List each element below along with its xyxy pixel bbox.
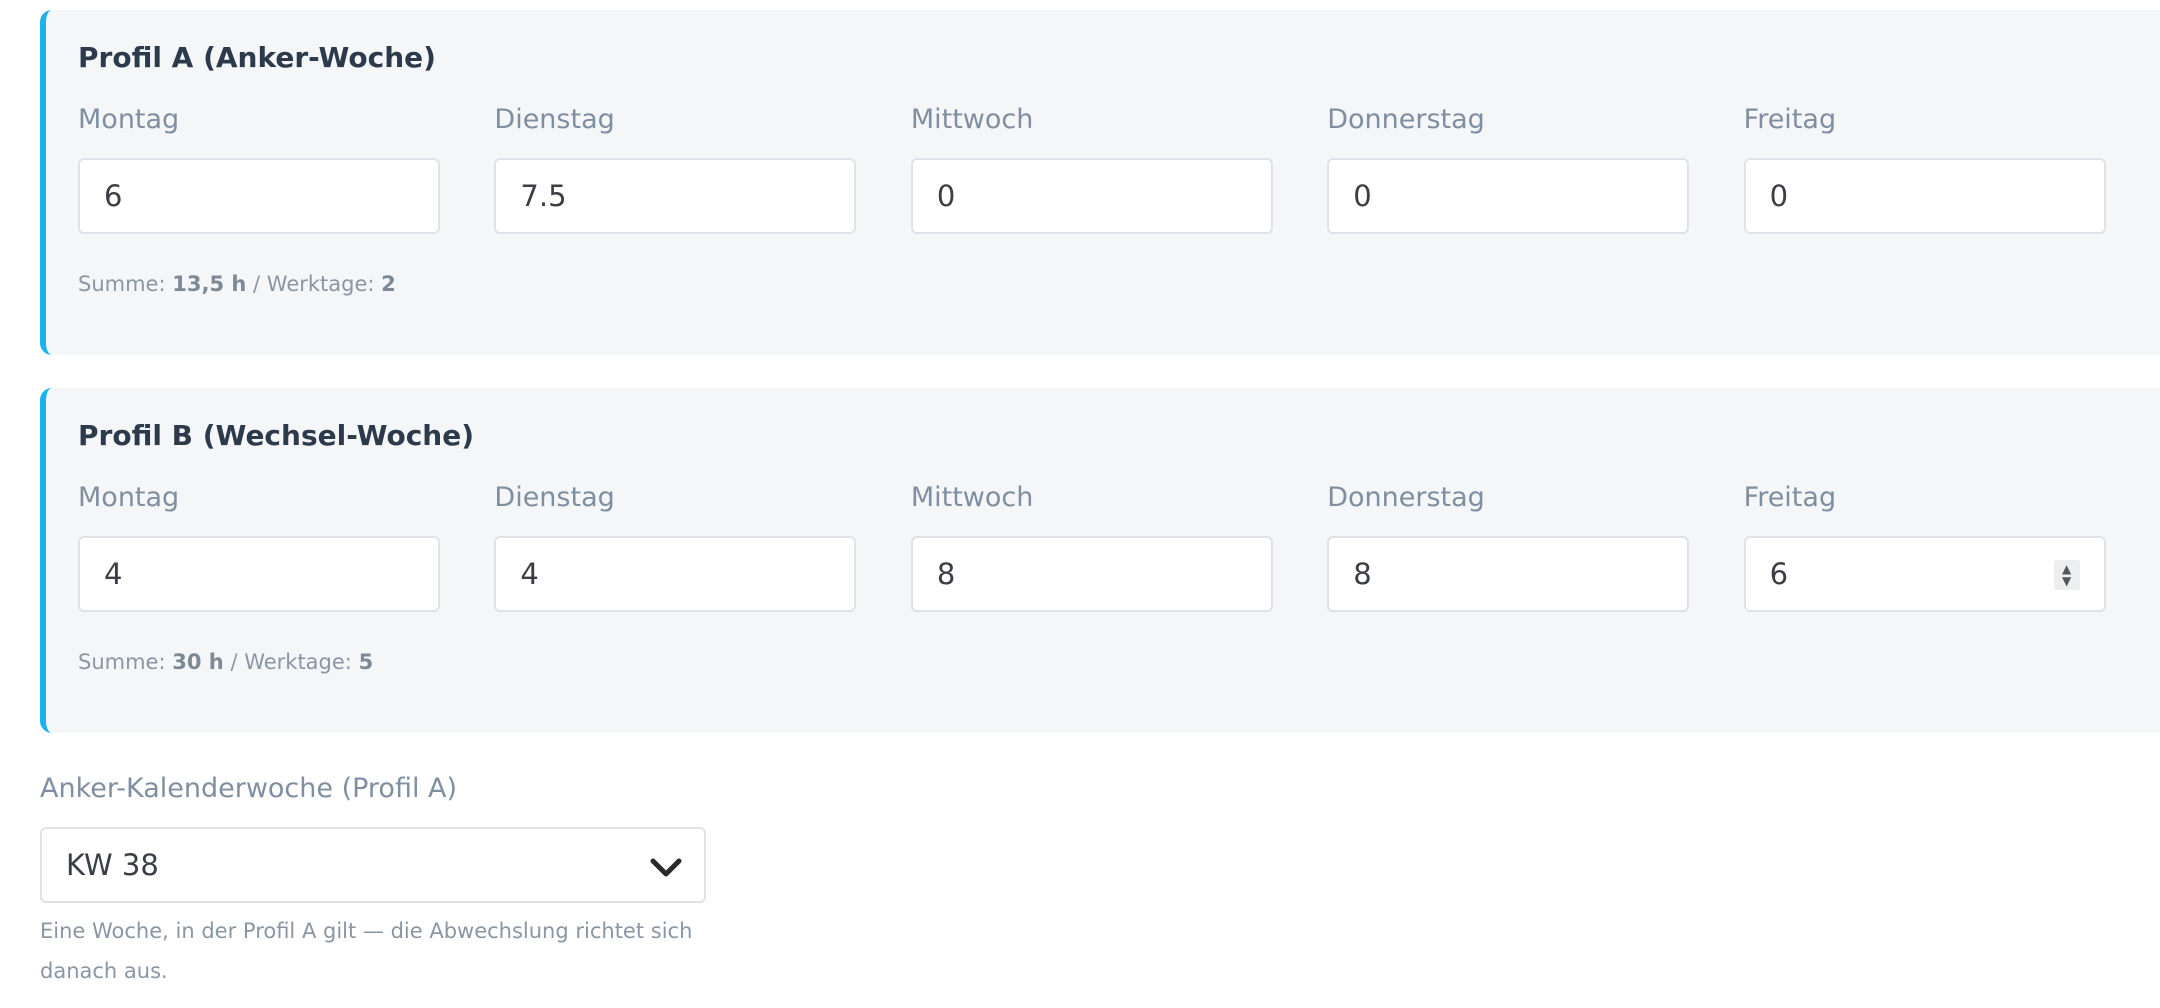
number-spinner-icon[interactable]: ▲ ▼ — [2053, 560, 2080, 590]
hours-input-box — [1327, 536, 1690, 612]
profile-a-day-monday: Montag — [78, 102, 494, 234]
profile-a-day-thursday: Donnerstag — [1327, 102, 1743, 234]
profile-b-title: Profil B (Wechsel-Woche) — [78, 419, 475, 452]
day-label: Freitag — [1743, 104, 1837, 135]
workdays-value: 2 — [381, 272, 396, 296]
profile-b-thursday-input[interactable] — [1329, 538, 1644, 610]
profile-a-thursday-input[interactable] — [1329, 160, 1644, 232]
hours-input-box — [910, 536, 1273, 612]
hours-input-box — [494, 536, 857, 612]
profile-a-summary: Summe: 13,5 h / Werktage: 2 — [78, 272, 2160, 296]
profile-a-day-friday: Freitag — [1743, 102, 2160, 234]
profile-b-days: Montag Dienstag Mittwoch Donnerstag — [78, 480, 2160, 612]
hours-input-box: ▲ ▼ — [1743, 536, 2106, 612]
day-label: Dienstag — [494, 104, 615, 135]
anchor-week-selected-value: KW 38 — [66, 848, 159, 882]
profile-a-days: Montag Dienstag Mittwoch Donnerstag — [78, 102, 2160, 234]
hours-input-box — [494, 158, 857, 234]
profile-b-day-friday: Freitag ▲ ▼ — [1743, 480, 2160, 612]
chevron-down-icon — [650, 858, 682, 877]
summary-separator: / — [253, 272, 261, 296]
day-label: Mittwoch — [910, 104, 1034, 135]
day-label: Dienstag — [494, 482, 615, 513]
spinner-down-icon[interactable]: ▼ — [2062, 575, 2071, 587]
day-label: Montag — [78, 104, 180, 135]
day-label: Donnerstag — [1327, 104, 1485, 135]
workdays-value: 5 — [358, 650, 374, 674]
profile-b-wednesday-input[interactable] — [912, 538, 1227, 610]
profile-a-day-tuesday: Dienstag — [494, 102, 910, 234]
profile-a-wednesday-input[interactable] — [912, 160, 1227, 232]
day-label: Montag — [78, 482, 180, 513]
hours-input-box — [1327, 158, 1690, 234]
profile-a-friday-input[interactable] — [1745, 160, 2060, 232]
workdays-label: Werktage: — [244, 650, 352, 674]
day-label: Mittwoch — [910, 482, 1034, 513]
sum-value: 13,5 h — [172, 272, 247, 296]
hours-input-box — [78, 158, 440, 234]
anchor-week-select[interactable]: KW 38 — [40, 827, 706, 903]
anchor-week-help-text: Eine Woche, in der Profil A gilt — die A… — [40, 919, 693, 983]
profile-a-card: Profil A (Anker-Woche) Montag Dienstag M… — [40, 10, 2160, 355]
sum-label: Summe: — [78, 272, 166, 296]
sum-value: 30 h — [172, 650, 224, 674]
profile-a-title: Profil A (Anker-Woche) — [78, 41, 436, 74]
profile-b-day-monday: Montag — [78, 480, 494, 612]
hours-input-box — [78, 536, 440, 612]
profile-b-friday-input[interactable] — [1745, 538, 2060, 610]
day-label: Freitag — [1743, 482, 1837, 513]
profile-b-monday-input[interactable] — [80, 538, 394, 610]
profile-b-card: Profil B (Wechsel-Woche) Montag Dienstag… — [40, 388, 2160, 733]
hours-input-box — [1743, 158, 2106, 234]
sum-label: Summe: — [78, 650, 166, 674]
anchor-week-section: Anker-Kalenderwoche (Profil A) KW 38 Ein… — [40, 771, 2160, 991]
summary-separator: / — [230, 650, 238, 674]
profile-b-day-tuesday: Dienstag — [494, 480, 910, 612]
hours-input-box — [910, 158, 1273, 234]
anchor-week-label: Anker-Kalenderwoche (Profil A) — [40, 773, 458, 804]
profile-a-day-wednesday: Mittwoch — [910, 102, 1327, 234]
profile-b-tuesday-input[interactable] — [496, 538, 811, 610]
profile-b-summary: Summe: 30 h / Werktage: 5 — [78, 650, 2160, 674]
profile-b-day-thursday: Donnerstag — [1327, 480, 1743, 612]
profile-b-day-wednesday: Mittwoch — [910, 480, 1327, 612]
work-profile-form: Profil A (Anker-Woche) Montag Dienstag M… — [40, 10, 2160, 991]
day-label: Donnerstag — [1327, 482, 1485, 513]
profile-a-monday-input[interactable] — [80, 160, 394, 232]
profile-a-tuesday-input[interactable] — [496, 160, 811, 232]
workdays-label: Werktage: — [266, 272, 375, 296]
